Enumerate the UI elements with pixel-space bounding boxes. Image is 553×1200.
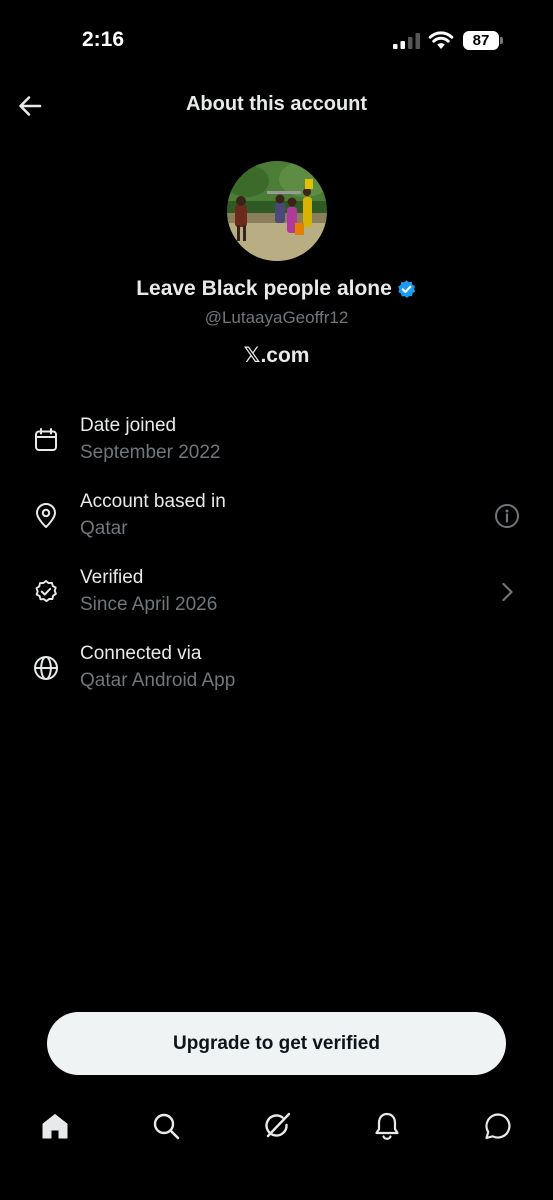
verified-label: Verified xyxy=(80,567,144,588)
battery-cap xyxy=(500,37,503,44)
display-name: Leave Black people alone xyxy=(136,277,392,300)
account-based-label: Account based in xyxy=(80,491,226,512)
grok-icon[interactable] xyxy=(262,1111,292,1141)
info-circle-icon[interactable] xyxy=(494,503,520,529)
date-joined-value: September 2022 xyxy=(80,442,221,463)
search-icon[interactable] xyxy=(151,1111,181,1141)
messages-icon[interactable] xyxy=(483,1111,513,1141)
globe-icon xyxy=(34,656,58,680)
info-row-verified[interactable]: Verified Since April 2026 xyxy=(0,567,553,627)
info-row-connected-via: Connected via Qatar Android App xyxy=(0,643,553,703)
battery-indicator: 87 xyxy=(463,31,503,50)
notifications-bell-icon[interactable] xyxy=(372,1111,402,1141)
about-account-screen: 2:16 87 About this account Leave Black p… xyxy=(0,0,553,1200)
info-row-account-based-in: Account based in Qatar xyxy=(0,491,553,551)
profile-handle: @LutaayaGeoffr12 xyxy=(204,308,349,327)
date-joined-label: Date joined xyxy=(80,415,177,436)
avatar[interactable] xyxy=(227,161,327,261)
home-icon[interactable] xyxy=(40,1111,70,1141)
cell-signal-icon xyxy=(393,33,420,49)
battery-level: 87 xyxy=(472,32,490,49)
verified-seal-icon xyxy=(35,580,57,603)
location-pin-icon xyxy=(36,503,56,528)
calendar-icon xyxy=(35,428,57,451)
status-time: 2:16 xyxy=(82,28,125,51)
platform-domain: 𝕏.com xyxy=(243,344,310,367)
avatar-image xyxy=(227,161,327,261)
connected-via-value: Qatar Android App xyxy=(80,670,236,691)
upgrade-to-verified-button[interactable]: Upgrade to get verified xyxy=(47,1012,506,1075)
chevron-right-icon[interactable] xyxy=(494,579,520,605)
wifi-icon xyxy=(428,31,454,49)
page-title: About this account xyxy=(185,93,368,115)
account-based-value: Qatar xyxy=(80,518,128,539)
verified-value: Since April 2026 xyxy=(80,594,218,615)
connected-via-label: Connected via xyxy=(80,643,202,664)
info-row-date-joined: Date joined September 2022 xyxy=(0,415,553,475)
verified-badge-icon xyxy=(397,279,415,298)
profile-name-row: Leave Black people alone xyxy=(0,277,553,301)
